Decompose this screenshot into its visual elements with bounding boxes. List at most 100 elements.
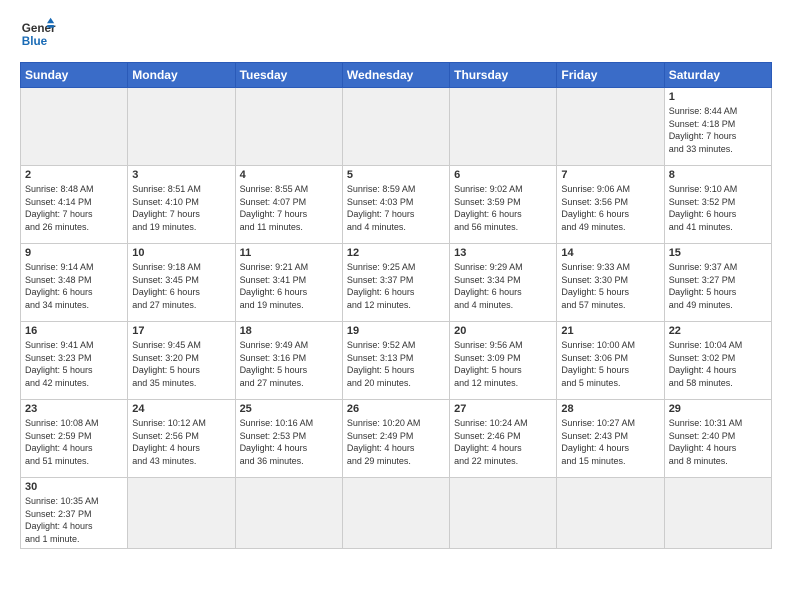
day-info: Sunrise: 9:14 AM Sunset: 3:48 PM Dayligh… (25, 261, 123, 311)
calendar-day (235, 478, 342, 549)
calendar-day (235, 88, 342, 166)
calendar-day: 30Sunrise: 10:35 AM Sunset: 2:37 PM Dayl… (21, 478, 128, 549)
calendar-day: 17 Sunrise: 9:45 AM Sunset: 3:20 PM Dayli… (128, 322, 235, 400)
calendar-day: 13 Sunrise: 9:29 AM Sunset: 3:34 PM Dayli… (450, 244, 557, 322)
day-number: 23 (25, 403, 123, 415)
day-number: 19 (347, 325, 445, 337)
calendar-day: 3Sunrise: 8:51 AM Sunset: 4:10 PM Daylig… (128, 166, 235, 244)
calendar-day (342, 478, 449, 549)
day-number: 29 (669, 403, 767, 415)
day-number: 13 (454, 247, 552, 259)
day-info: Sunrise: 9:21 AM Sunset: 3:41 PM Dayligh… (240, 261, 338, 311)
calendar-day: 4Sunrise: 8:55 AM Sunset: 4:07 PM Daylig… (235, 166, 342, 244)
day-number: 21 (561, 325, 659, 337)
calendar-day: 11Sunrise: 9:21 AM Sunset: 3:41 PM Dayli… (235, 244, 342, 322)
day-info: Sunrise: 9:41 AM Sunset: 3:23 PM Dayligh… (25, 339, 123, 389)
calendar-day: 29Sunrise: 10:31 AM Sunset: 2:40 PM Dayl… (664, 400, 771, 478)
weekday-header-tuesday: Tuesday (235, 63, 342, 88)
calendar-day (128, 88, 235, 166)
day-number: 20 (454, 325, 552, 337)
day-info: Sunrise: 9:18 AM Sunset: 3:45 PM Dayligh… (132, 261, 230, 311)
day-number: 12 (347, 247, 445, 259)
day-number: 8 (669, 169, 767, 181)
weekday-header-row: SundayMondayTuesdayWednesdayThursdayFrid… (21, 63, 772, 88)
calendar-day: 12 Sunrise: 9:25 AM Sunset: 3:37 PM Dayli… (342, 244, 449, 322)
calendar-week-row: 9Sunrise: 9:14 AM Sunset: 3:48 PM Daylig… (21, 244, 772, 322)
day-number: 25 (240, 403, 338, 415)
calendar-day: 9Sunrise: 9:14 AM Sunset: 3:48 PM Daylig… (21, 244, 128, 322)
weekday-header-wednesday: Wednesday (342, 63, 449, 88)
day-info: Sunrise: 9:45 AM Sunset: 3:20 PM Dayligh… (132, 339, 230, 389)
day-info: Sunrise: 9:49 AM Sunset: 3:16 PM Dayligh… (240, 339, 338, 389)
day-number: 26 (347, 403, 445, 415)
calendar-day: 20 Sunrise: 9:56 AM Sunset: 3:09 PM Dayli… (450, 322, 557, 400)
day-number: 4 (240, 169, 338, 181)
day-info: Sunrise: 10:00 AM Sunset: 3:06 PM Daylig… (561, 339, 659, 389)
calendar-day (21, 88, 128, 166)
calendar-day: 25Sunrise: 10:16 AM Sunset: 2:53 PM Dayl… (235, 400, 342, 478)
calendar-day: 7Sunrise: 9:06 AM Sunset: 3:56 PM Daylig… (557, 166, 664, 244)
day-number: 24 (132, 403, 230, 415)
calendar-week-row: 16Sunrise: 9:41 AM Sunset: 3:23 PM Dayli… (21, 322, 772, 400)
day-number: 6 (454, 169, 552, 181)
calendar-day (664, 478, 771, 549)
calendar-day: 16Sunrise: 9:41 AM Sunset: 3:23 PM Dayli… (21, 322, 128, 400)
day-info: Sunrise: 9:02 AM Sunset: 3:59 PM Dayligh… (454, 183, 552, 233)
calendar-day: 28 Sunrise: 10:27 AM Sunset: 2:43 PM Dayl… (557, 400, 664, 478)
calendar-day: 6 Sunrise: 9:02 AM Sunset: 3:59 PM Daylig… (450, 166, 557, 244)
calendar-week-row: 30Sunrise: 10:35 AM Sunset: 2:37 PM Dayl… (21, 478, 772, 549)
weekday-header-saturday: Saturday (664, 63, 771, 88)
day-info: Sunrise: 10:27 AM Sunset: 2:43 PM Daylig… (561, 417, 659, 467)
day-number: 17 (132, 325, 230, 337)
day-info: Sunrise: 10:35 AM Sunset: 2:37 PM Daylig… (25, 495, 123, 545)
day-number: 28 (561, 403, 659, 415)
day-number: 1 (669, 91, 767, 103)
day-number: 5 (347, 169, 445, 181)
day-number: 27 (454, 403, 552, 415)
svg-text:General: General (22, 22, 56, 35)
calendar-day: 23Sunrise: 10:08 AM Sunset: 2:59 PM Dayl… (21, 400, 128, 478)
weekday-header-friday: Friday (557, 63, 664, 88)
day-info: Sunrise: 9:52 AM Sunset: 3:13 PM Dayligh… (347, 339, 445, 389)
calendar-day: 18 Sunrise: 9:49 AM Sunset: 3:16 PM Dayli… (235, 322, 342, 400)
calendar-day (557, 478, 664, 549)
svg-text:Blue: Blue (22, 35, 48, 48)
day-info: Sunrise: 9:29 AM Sunset: 3:34 PM Dayligh… (454, 261, 552, 311)
day-info: Sunrise: 9:37 AM Sunset: 3:27 PM Dayligh… (669, 261, 767, 311)
day-number: 10 (132, 247, 230, 259)
day-info: Sunrise: 9:10 AM Sunset: 3:52 PM Dayligh… (669, 183, 767, 233)
calendar-day: 5 Sunrise: 8:59 AM Sunset: 4:03 PM Daylig… (342, 166, 449, 244)
logo: General Blue (20, 16, 56, 52)
day-number: 2 (25, 169, 123, 181)
day-info: Sunrise: 9:25 AM Sunset: 3:37 PM Dayligh… (347, 261, 445, 311)
day-info: Sunrise: 8:59 AM Sunset: 4:03 PM Dayligh… (347, 183, 445, 233)
day-info: Sunrise: 9:33 AM Sunset: 3:30 PM Dayligh… (561, 261, 659, 311)
calendar-day: 2Sunrise: 8:48 AM Sunset: 4:14 PM Daylig… (21, 166, 128, 244)
weekday-header-sunday: Sunday (21, 63, 128, 88)
calendar-table: SundayMondayTuesdayWednesdayThursdayFrid… (20, 62, 772, 549)
calendar-day: 1Sunrise: 8:44 AM Sunset: 4:18 PM Daylig… (664, 88, 771, 166)
calendar-day (450, 478, 557, 549)
weekday-header-thursday: Thursday (450, 63, 557, 88)
calendar-day: 26Sunrise: 10:20 AM Sunset: 2:49 PM Dayl… (342, 400, 449, 478)
day-number: 22 (669, 325, 767, 337)
day-info: Sunrise: 10:04 AM Sunset: 3:02 PM Daylig… (669, 339, 767, 389)
day-info: Sunrise: 9:56 AM Sunset: 3:09 PM Dayligh… (454, 339, 552, 389)
calendar-day (557, 88, 664, 166)
calendar-day: 22 Sunrise: 10:04 AM Sunset: 3:02 PM Dayl… (664, 322, 771, 400)
day-number: 18 (240, 325, 338, 337)
calendar-day: 24Sunrise: 10:12 AM Sunset: 2:56 PM Dayl… (128, 400, 235, 478)
calendar-week-row: 23Sunrise: 10:08 AM Sunset: 2:59 PM Dayl… (21, 400, 772, 478)
calendar-day: 19 Sunrise: 9:52 AM Sunset: 3:13 PM Dayli… (342, 322, 449, 400)
logo-icon: General Blue (20, 16, 56, 52)
day-info: Sunrise: 10:24 AM Sunset: 2:46 PM Daylig… (454, 417, 552, 467)
calendar-day: 14 Sunrise: 9:33 AM Sunset: 3:30 PM Dayli… (557, 244, 664, 322)
calendar-day: 27 Sunrise: 10:24 AM Sunset: 2:46 PM Dayl… (450, 400, 557, 478)
calendar-day: 15Sunrise: 9:37 AM Sunset: 3:27 PM Dayli… (664, 244, 771, 322)
day-number: 14 (561, 247, 659, 259)
calendar-day: 8 Sunrise: 9:10 AM Sunset: 3:52 PM Daylig… (664, 166, 771, 244)
day-info: Sunrise: 9:06 AM Sunset: 3:56 PM Dayligh… (561, 183, 659, 233)
weekday-header-monday: Monday (128, 63, 235, 88)
calendar-day: 21 Sunrise: 10:00 AM Sunset: 3:06 PM Dayl… (557, 322, 664, 400)
calendar-day (450, 88, 557, 166)
